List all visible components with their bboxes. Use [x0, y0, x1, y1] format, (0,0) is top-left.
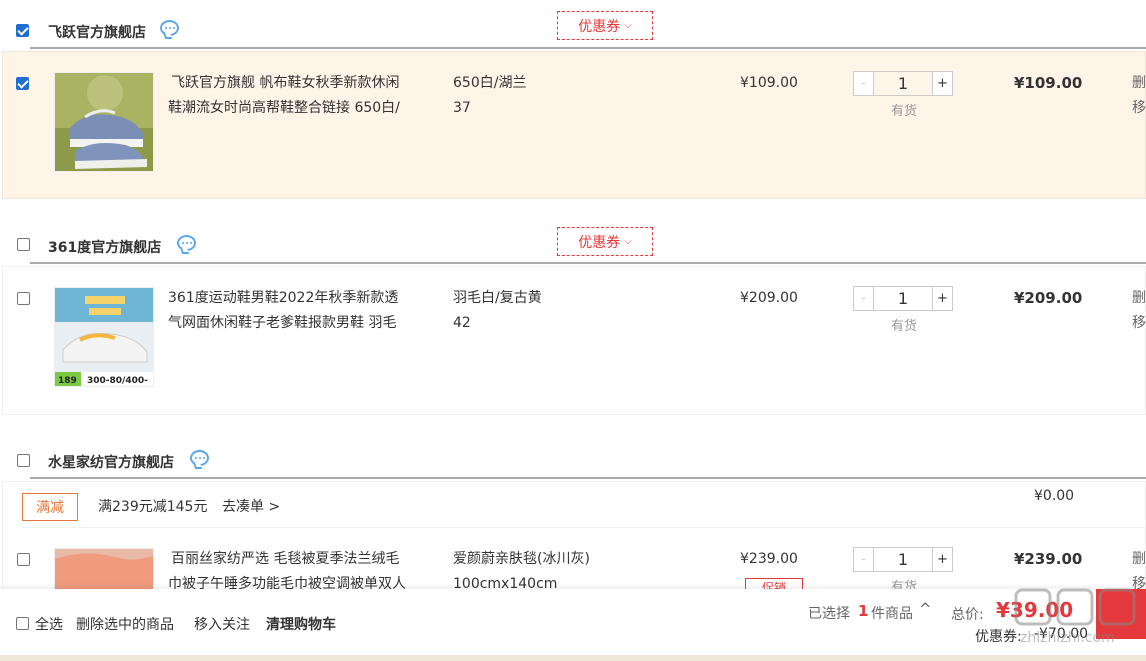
select-all-checkbox[interactable] [16, 617, 29, 630]
coupon-label: 优惠券: [975, 629, 1022, 645]
shop-3-checkbox[interactable] [17, 454, 30, 467]
stock-status: 有货 [891, 319, 918, 334]
item-subtotal: ¥239.00 [1014, 550, 1083, 568]
move-to-follow-link[interactable]: 移入关注 [194, 614, 250, 634]
product-title-line: 飞跃官方旗舰 帆布鞋女秋季新款休闲 [171, 75, 400, 91]
selected-count: 1 [858, 602, 869, 620]
unit-price: ¥209.00 [740, 290, 798, 306]
move-to-follow-link[interactable]: 移 [1132, 311, 1146, 336]
chevron-up-icon[interactable]: ^ [919, 600, 932, 618]
product-title-line: 361度运动鞋男鞋2022年秋季新款透 [168, 290, 399, 306]
select-all-label[interactable]: 全选 [35, 614, 63, 634]
item-operations: 删 移 [1132, 71, 1146, 121]
clear-cart-link[interactable]: 清理购物车 [266, 614, 336, 634]
unit-price: ¥239.00 [740, 551, 798, 567]
product-title-line: 气网面休闲鞋子老爹鞋报款男鞋 羽毛 [168, 315, 397, 331]
divider [30, 262, 1146, 264]
product-image[interactable] [54, 72, 154, 172]
product-props: 爱颜蔚亲肤毯(冰川灰) 100cmx140cm [453, 547, 590, 589]
increase-button[interactable]: + [932, 548, 952, 571]
coupon-button[interactable]: 优惠券 ⌵ [557, 11, 653, 40]
cart-footer-bar: 全选 删除选中的商品 移入关注 清理购物车 已选择 1 件商品 ^ 总价: ¥3… [0, 589, 1146, 661]
increase-button[interactable]: + [932, 287, 952, 310]
thumb-price: 189 [58, 376, 77, 386]
product-title[interactable]: 百丽丝家纺严选 毛毯被夏季法兰绒毛 巾被子午睡多功能毛巾被空调被单双人 [168, 547, 423, 589]
delete-selected-link[interactable]: 删除选中的商品 [76, 614, 174, 634]
total-value: ¥39.00 [996, 598, 1074, 622]
product-title[interactable]: 飞跃官方旗舰 帆布鞋女秋季新款休闲 鞋潮流女时尚高帮鞋整合链接 650白/ [168, 71, 423, 121]
prop-size: 100cmx140cm [453, 576, 558, 589]
selected-count-suffix[interactable]: 件商品 [871, 603, 913, 623]
product-image[interactable]: 189 300-80/400-110 [54, 287, 154, 387]
prop-color: 爱颜蔚亲肤毯(冰川灰) [453, 551, 590, 567]
shop-3-name[interactable]: 水星家纺官方旗舰店 [48, 452, 174, 472]
chevron-down-icon: ⌵ [624, 236, 632, 247]
quantity-stepper: - 1 + [853, 71, 953, 96]
product-title[interactable]: 361度运动鞋男鞋2022年秋季新款透 气网面休闲鞋子老爹鞋报款男鞋 羽毛 [168, 286, 423, 336]
total-label: 总价: [951, 607, 984, 623]
divider [30, 47, 1146, 49]
stock-status: 有货 [891, 104, 918, 119]
coupon-value: -¥70.00 [1034, 626, 1089, 642]
shop-2-checkbox[interactable] [17, 238, 30, 251]
shop-1-name[interactable]: 飞跃官方旗舰店 [48, 22, 146, 42]
thumb-promo: 300-80/400-110 [87, 376, 148, 386]
decrease-button[interactable]: - [854, 548, 874, 571]
chevron-down-icon: ⌵ [624, 20, 632, 31]
delete-link[interactable]: 删 [1132, 286, 1146, 311]
prop-size: 42 [453, 315, 471, 331]
selected-count-prefix: 已选择 [808, 606, 850, 622]
quantity-input[interactable]: 1 [874, 72, 932, 95]
product-title-line: 鞋潮流女时尚高帮鞋整合链接 650白/ [168, 100, 400, 116]
divider [30, 477, 1146, 479]
chat-icon[interactable] [190, 450, 209, 466]
product-image[interactable] [54, 548, 154, 589]
item-3-checkbox[interactable] [17, 553, 30, 566]
chat-icon[interactable] [177, 235, 196, 251]
bottom-strip [0, 655, 1146, 661]
decrease-button[interactable]: - [854, 72, 874, 95]
item-1-checkbox[interactable] [16, 77, 29, 90]
promo-text: 满239元减145元 [98, 499, 208, 515]
coupon-button[interactable]: 优惠券 ⌵ [557, 227, 653, 256]
delete-link[interactable]: 删 [1132, 71, 1146, 96]
move-to-follow-link[interactable]: 移 [1132, 96, 1146, 121]
item-operations: 删 移 [1132, 286, 1146, 336]
prop-size: 37 [453, 100, 471, 116]
divider [22, 527, 1146, 528]
shop-2-name[interactable]: 361度官方旗舰店 [48, 237, 161, 257]
quantity-input[interactable]: 1 [874, 548, 932, 571]
quantity-stepper: - 1 + [853, 286, 953, 311]
decrease-button[interactable]: - [854, 287, 874, 310]
unit-price: ¥109.00 [740, 75, 798, 91]
coupon-label: 优惠券 [578, 234, 621, 251]
prop-color: 650白/湖兰 [453, 75, 527, 91]
promo-tag: 满减 [22, 493, 78, 521]
product-props: 650白/湖兰 37 [453, 71, 526, 121]
shop-1-checkbox[interactable] [16, 24, 29, 37]
checkout-button[interactable] [1096, 589, 1146, 639]
sneaker-photo [55, 73, 153, 171]
increase-button[interactable]: + [932, 72, 952, 95]
item-subtotal: ¥109.00 [1014, 74, 1083, 92]
promo-link[interactable]: 去凑单 > [222, 496, 280, 516]
item-2-checkbox[interactable] [17, 292, 30, 305]
item-subtotal: ¥209.00 [1014, 289, 1083, 307]
quantity-stepper: - 1 + [853, 547, 953, 572]
coupon-label: 优惠券 [578, 18, 621, 35]
blanket-photo [55, 549, 153, 589]
product-props: 羽毛白/复古黄 42 [453, 286, 542, 336]
chat-icon[interactable] [160, 20, 179, 36]
product-title-line: 百丽丝家纺严选 毛毯被夏季法兰绒毛 [171, 551, 400, 567]
quantity-input[interactable]: 1 [874, 287, 932, 310]
delete-link[interactable]: 删 [1132, 547, 1146, 572]
sneaker-ad-photo [55, 288, 153, 386]
prop-color: 羽毛白/复古黄 [453, 290, 542, 306]
promo-discount: ¥0.00 [1034, 488, 1075, 504]
product-title-line: 巾被子午睡多功能毛巾被空调被单双人 [168, 576, 406, 589]
